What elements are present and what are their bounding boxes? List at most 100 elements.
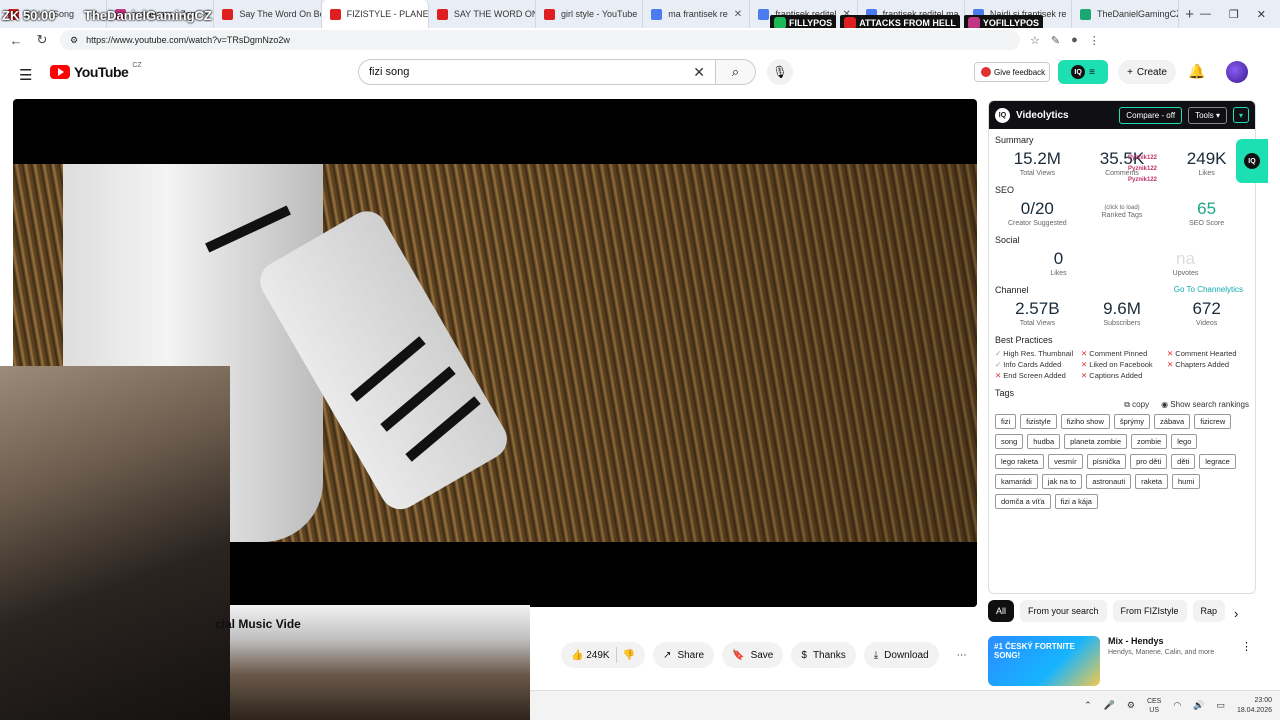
tag-chip[interactable]: zábava [1154, 414, 1191, 429]
tab-label: girl style - YouTube [561, 9, 638, 19]
tray-chevron-icon[interactable]: ⌃ [1084, 700, 1092, 711]
close-window-icon[interactable]: ✕ [1257, 8, 1266, 21]
tag-chip[interactable]: lego raketa [995, 454, 1045, 469]
browser-tab[interactable]: girl style - YouTube✕ [536, 0, 644, 28]
tag-chip[interactable]: legrace [1199, 454, 1236, 469]
tag-chip[interactable]: vesmír [1048, 454, 1083, 469]
more-options-icon[interactable]: ⋮ [1241, 640, 1252, 653]
tag-chip[interactable]: astronauti [1086, 474, 1132, 489]
tag-chip[interactable]: děti [1171, 454, 1196, 469]
seo-stats: 0/20 Creator Suggested (click to load) Ran… [989, 197, 1255, 229]
voice-search-button[interactable]: 🎙 [767, 59, 793, 85]
share-button[interactable]: ↗ Share [653, 642, 715, 668]
tag-chip[interactable]: fiziho show [1060, 414, 1110, 429]
vidiq-side-tab[interactable]: IQ [1236, 139, 1268, 183]
tag-chip[interactable]: fizistyle [1020, 414, 1057, 429]
best-practice-item: ✕ Chapters Added [1167, 360, 1230, 369]
vidiq-toggle-button[interactable]: IQ ≡ [1058, 60, 1108, 84]
collapse-chevron-icon[interactable]: ▾ [1233, 107, 1249, 123]
best-practices-list: ✓ High Res. Thumbnail ✕ Comment Pinned ✕ Comm… [989, 347, 1255, 382]
new-tab-button[interactable]: + [1179, 6, 1200, 23]
videolytics-logo-icon: IQ [995, 107, 1010, 123]
tag-chip[interactable]: song [995, 434, 1024, 449]
extensions-icon[interactable]: ✎ [1051, 34, 1060, 47]
show-search-rankings-button[interactable]: ◉ Show search rankings [1161, 400, 1249, 410]
profile-icon[interactable]: ● [1071, 34, 1078, 46]
download-button[interactable]: ⤓ Download [863, 642, 939, 668]
tag-chip[interactable]: hudba [1027, 434, 1061, 449]
social-stats: 0 Likes na Upvotes [989, 247, 1255, 279]
volume-icon[interactable]: 🔊 [1193, 700, 1204, 711]
rec-title: Mix - Hendys [1108, 636, 1164, 646]
browser-tab[interactable]: ma frantisek re ✕ [643, 0, 751, 28]
tag-chip[interactable]: domča a víťa [995, 494, 1051, 509]
tag-chip[interactable]: fizi a kája [1054, 494, 1098, 509]
url-field[interactable]: ⚙ https://www.youtube.com/watch?v=TRsDgm… [60, 30, 1020, 50]
site-info-icon[interactable]: ⚙ [70, 35, 78, 46]
dislike-button[interactable]: 👎 [623, 650, 635, 661]
more-actions-button[interactable]: ⋯ [947, 642, 977, 668]
video-thumbnail[interactable]: #1 ČESKÝ FORTNITE SONG! [988, 636, 1100, 686]
tag-chip[interactable]: šprýmy [1113, 414, 1151, 429]
tag-chip[interactable]: humi [1172, 474, 1201, 489]
tag-chip[interactable]: písnička [1086, 454, 1127, 469]
youtube-logo[interactable]: YouTube CZ [50, 62, 142, 80]
search-input[interactable]: fizi song ✕ [358, 59, 716, 85]
bookmark-icon[interactable]: ☆ [1030, 34, 1040, 47]
tab-close-icon[interactable]: ✕ [734, 9, 742, 20]
tag-chip[interactable]: planeta zombie [1064, 434, 1127, 449]
tag-chip[interactable]: kamarádi [995, 474, 1038, 489]
stat-ranked-tags[interactable]: (click to load) Ranked Tags [1087, 199, 1157, 227]
tag-chip[interactable]: lego [1171, 434, 1198, 449]
minimize-icon[interactable]: — [1200, 8, 1211, 21]
commenter-name: Pyznik122 [1128, 177, 1158, 183]
cross-icon: ✕ [995, 371, 1002, 380]
maximize-icon[interactable]: ❐ [1229, 8, 1239, 21]
browser-tab[interactable]: Say The Word On Be✕ [214, 0, 322, 28]
go-to-channelytics-link[interactable]: Go To Channelytics [1168, 285, 1249, 294]
seo-title: SEO [995, 185, 1015, 195]
battery-icon[interactable]: ▭ [1216, 700, 1225, 711]
filter-chip[interactable]: Rap [1192, 600, 1226, 622]
thanks-button[interactable]: $ Thanks [791, 642, 856, 668]
back-icon[interactable]: ← [8, 33, 24, 48]
filter-chip[interactable]: From FIZIstyle [1112, 600, 1187, 622]
filter-chip[interactable]: From your search [1020, 600, 1107, 622]
tag-chip[interactable]: raketa [1135, 474, 1169, 489]
tab-favicon-icon [222, 8, 234, 20]
guide-menu-icon[interactable]: ☰ [19, 66, 32, 84]
like-button[interactable]: 👍 249K [571, 650, 610, 661]
tag-chip[interactable]: pro děti [1130, 454, 1168, 469]
settings-tray-icon[interactable]: ⚙ [1127, 700, 1135, 711]
notifications-bell-icon[interactable]: 🔔 [1188, 63, 1205, 80]
language-indicator[interactable]: CES US [1147, 697, 1161, 715]
compare-toggle[interactable]: Compare - off [1119, 106, 1183, 124]
save-button[interactable]: 🔖 Save [722, 642, 784, 668]
tag-chip[interactable]: zombie [1131, 434, 1168, 449]
tag-chip[interactable]: fizi [995, 414, 1017, 429]
chips-next-icon[interactable]: › [1234, 606, 1238, 621]
clear-search-icon[interactable]: ✕ [693, 64, 705, 81]
recommended-video[interactable]: #1 ČESKÝ FORTNITE SONG! Mix - Hendys Hen… [988, 636, 1258, 686]
tab-favicon-icon [1080, 8, 1092, 20]
clock[interactable]: 23:00 18.04.2026 [1237, 696, 1272, 716]
wifi-icon[interactable]: ◠ [1173, 700, 1181, 711]
menu-icon[interactable]: ⋮ [1089, 34, 1100, 47]
tag-chip[interactable]: jak na to [1041, 474, 1083, 489]
browser-tab[interactable]: FIZISTYLE - PLANETA✕ [321, 0, 429, 28]
browser-tab[interactable]: SAY THE WORD ON✕ [429, 0, 537, 28]
tools-dropdown[interactable]: Tools ▾ [1188, 106, 1227, 124]
filter-chip[interactable]: All [988, 600, 1015, 622]
download-icon: ⤓ [873, 649, 879, 661]
tags-title: Tags [995, 388, 1015, 398]
copy-tags-button[interactable]: ⧉ copy [1124, 400, 1149, 410]
give-feedback-button[interactable]: Give feedback [974, 62, 1050, 82]
tag-chip[interactable]: fizicrew [1194, 414, 1232, 429]
mic-tray-icon[interactable]: 🎤 [1104, 700, 1115, 711]
best-practice-item: ✓ High Res. Thumbnail [995, 349, 1074, 358]
reload-icon[interactable]: ↻ [34, 32, 50, 48]
search-button[interactable]: ⌕ [716, 59, 756, 85]
browser-tab[interactable]: TheDanielGamingCZ✕ [1072, 0, 1180, 28]
create-button[interactable]: + Create [1118, 60, 1176, 84]
account-avatar[interactable] [1226, 61, 1248, 83]
